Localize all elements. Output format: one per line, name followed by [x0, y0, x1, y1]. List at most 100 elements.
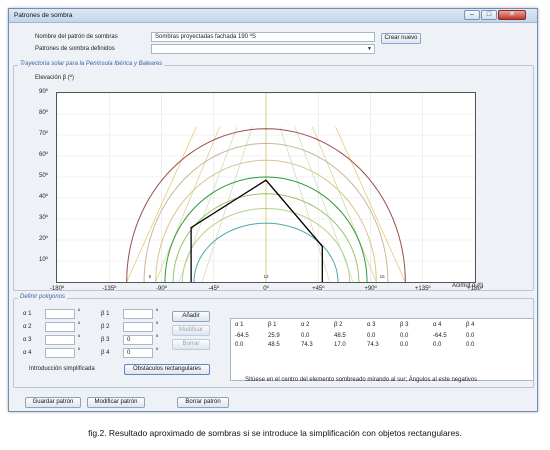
table-header-cell: β 2 — [334, 322, 343, 328]
rectangular-obstacles-button[interactable]: Obstáculos rectangulares — [124, 364, 210, 375]
alpha-4-input[interactable] — [45, 348, 75, 358]
close-icon: ✕ — [509, 11, 515, 18]
y-axis-label: Elevación β (º) — [35, 75, 74, 81]
patterns-window: Patrones de sombra – □ ✕ Nombre del patr… — [8, 8, 538, 412]
table-cell: 0.0 — [400, 342, 409, 348]
polygons-table: α 1 β 1 α 2 β 2 α 3 β 3 α 4 β 4 -64.5 25.9 0.0 48.5… — [230, 318, 534, 381]
orientation-note: Sitúese en el centro del elemento sombre… — [245, 377, 478, 383]
table-cell: 48.5 — [268, 342, 280, 348]
beta-4-degree: º — [156, 348, 159, 354]
hour-label: 16 — [380, 274, 386, 279]
hour-label: 12 — [263, 274, 269, 279]
table-cell: 0.0 — [235, 342, 244, 348]
y-tick-label: 60º — [39, 152, 48, 158]
beta-3-label: β 3 — [101, 337, 110, 343]
y-tick-label: 90º — [39, 89, 48, 95]
close-button[interactable]: ✕ — [498, 10, 526, 20]
x-tick-label: +135º — [414, 286, 431, 292]
x-tick-label: +45º — [312, 286, 325, 292]
table-header-cell: β 1 — [268, 322, 277, 328]
add-button[interactable]: Añadir — [172, 311, 210, 322]
alpha-1-degree: º — [78, 309, 81, 315]
beta-2-label: β 2 — [101, 324, 110, 330]
table-header-cell: β 3 — [400, 322, 409, 328]
modify-button[interactable]: Modificar — [172, 325, 210, 336]
x-tick-label: -180º — [49, 286, 65, 292]
x-tick-label: -135º — [102, 286, 117, 292]
y-tick-label: 10º — [39, 257, 48, 263]
save-pattern-button[interactable]: Guardar patrón — [25, 397, 81, 408]
beta-1-degree: º — [156, 309, 159, 315]
beta-2-input[interactable] — [123, 322, 153, 332]
table-cell: 0.0 — [466, 342, 475, 348]
beta-3-degree: º — [156, 335, 159, 341]
table-cell: 0.0 — [301, 333, 310, 339]
pattern-name-input[interactable]: Sombras proyectadas fachada 190 ºS — [151, 32, 375, 42]
maximize-icon: □ — [486, 11, 492, 18]
table-cell: 0.0 — [466, 333, 475, 339]
x-tick-label: +90º — [364, 286, 377, 292]
table-cell: 25.9 — [268, 333, 280, 339]
alpha-3-input[interactable] — [45, 335, 75, 345]
y-tick-label: 50º — [39, 173, 48, 179]
x-tick-label: -90º — [156, 286, 167, 292]
table-header-cell: α 2 — [301, 322, 310, 328]
delete-button[interactable]: Borrar — [172, 339, 210, 350]
alpha-1-input[interactable] — [45, 309, 75, 319]
y-tick-label: 80º — [39, 110, 48, 116]
x-tick-label: +180º — [467, 286, 483, 292]
table-cell: 48.5 — [334, 333, 346, 339]
chevron-down-icon: ▼ — [367, 46, 372, 52]
sun-path-group-title: Trayectoria solar para la Península Ibér… — [18, 61, 165, 67]
defined-patterns-label: Patrones de sombra definidos — [35, 46, 115, 52]
alpha-4-label: α 4 — [23, 350, 32, 356]
pattern-name-label: Nombre del patrón de sombras — [35, 34, 118, 40]
sun-path-svg: 8 12 16 — [56, 92, 476, 283]
beta-4-label: β 4 — [101, 350, 110, 356]
table-cell: 0.0 — [400, 333, 409, 339]
table-cell: 0.0 — [367, 333, 376, 339]
title-bar: Patrones de sombra – □ ✕ — [9, 9, 537, 23]
polygons-group-title: Definir polígonos — [18, 294, 68, 300]
x-tick-label: 0º — [263, 286, 269, 292]
window-title: Patrones de sombra — [14, 12, 73, 19]
beta-1-input[interactable] — [123, 309, 153, 319]
y-tick-label: 40º — [39, 194, 48, 200]
table-cell: -64.5 — [433, 333, 447, 339]
table-cell: 17.0 — [334, 342, 346, 348]
defined-patterns-select[interactable]: ▼ — [151, 44, 375, 54]
beta-1-label: β 1 — [101, 311, 110, 317]
table-cell: 0.0 — [433, 342, 442, 348]
beta-4-input[interactable]: 0 — [123, 348, 153, 358]
y-tick-label: 20º — [39, 236, 48, 242]
table-cell: -64.5 — [235, 333, 249, 339]
hour-label: 8 — [149, 274, 152, 279]
sun-path-chart: 8 12 16 — [56, 92, 476, 283]
y-tick-label: 30º — [39, 215, 48, 221]
maximize-button[interactable]: □ — [481, 10, 497, 20]
table-cell: 74.3 — [301, 342, 313, 348]
table-header-cell: α 1 — [235, 322, 244, 328]
beta-2-degree: º — [156, 322, 159, 328]
table-header-cell: α 3 — [367, 322, 376, 328]
minimize-button[interactable]: – — [464, 10, 480, 20]
y-tick-label: 70º — [39, 131, 48, 137]
table-header-cell: α 4 — [433, 322, 442, 328]
alpha-3-label: α 3 — [23, 337, 32, 343]
simplified-input-label: Introducción simplificada — [29, 366, 95, 372]
alpha-4-degree: º — [78, 348, 81, 354]
alpha-2-input[interactable] — [45, 322, 75, 332]
figure-caption: fig.2. Resultado aproximado de sombras s… — [88, 428, 462, 438]
beta-3-input[interactable]: 0 — [123, 335, 153, 345]
table-cell: 74.3 — [367, 342, 379, 348]
alpha-3-degree: º — [78, 335, 81, 341]
minimize-icon: – — [470, 11, 474, 18]
alpha-2-label: α 2 — [23, 324, 32, 330]
modify-pattern-button[interactable]: Modificar patrón — [87, 397, 145, 408]
delete-pattern-button[interactable]: Borrar patrón — [177, 397, 229, 408]
create-new-button[interactable]: Crear nuevo — [381, 33, 421, 44]
x-tick-label: -45º — [208, 286, 220, 292]
table-header-cell: β 4 — [466, 322, 475, 328]
alpha-2-degree: º — [78, 322, 81, 328]
alpha-1-label: α 1 — [23, 311, 32, 317]
